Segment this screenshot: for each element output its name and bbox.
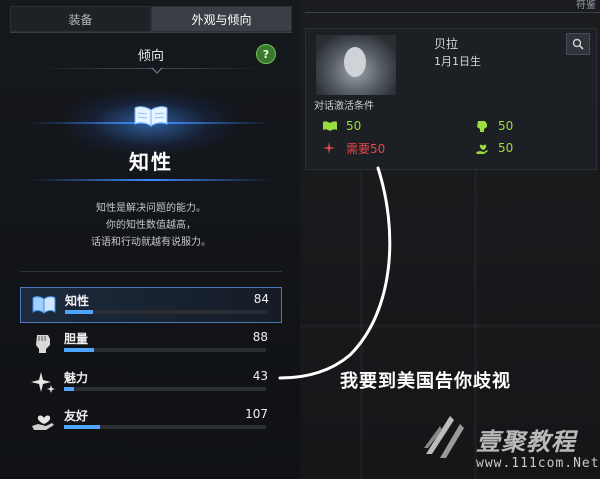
watermark-url: www.111com.Net xyxy=(476,456,600,471)
annotation-text: 我要到美国告你歧视 xyxy=(340,371,511,392)
fist-icon xyxy=(474,119,490,133)
character-birthday: 1月1日生 xyxy=(434,55,481,68)
stat-row-courage[interactable]: 胆量 88 xyxy=(20,326,280,360)
description-line: 话语和行动就越有说服力。 xyxy=(91,237,211,248)
stat-value: 84 xyxy=(253,292,269,306)
condition-value: 50 xyxy=(346,119,362,133)
book-icon xyxy=(322,119,338,133)
stat-progress-bar xyxy=(64,387,266,391)
stat-progress-fill xyxy=(64,387,75,391)
stat-value: 43 xyxy=(252,369,268,383)
sparkle-icon xyxy=(31,372,55,393)
selected-trait-banner: 知性 xyxy=(10,80,292,200)
stat-progress-bar xyxy=(64,425,266,429)
stat-name: 魅力 xyxy=(64,371,89,385)
panel-title: 倾向 xyxy=(137,49,164,64)
tab-appearance-tendency[interactable]: 外观与倾向 xyxy=(151,6,292,32)
conditions-label: 对话激活条件 xyxy=(314,101,374,112)
condition-charm: 需要50 xyxy=(322,140,385,156)
tab-bar: 装备 外观与倾向 xyxy=(10,6,292,32)
portrait-face xyxy=(344,47,366,77)
search-button[interactable] xyxy=(566,33,590,55)
stat-progress-fill xyxy=(64,425,101,429)
watermark-name: 壹聚教程 xyxy=(476,428,576,456)
top-right-label: 符鉴 xyxy=(576,0,596,11)
description-line: 你的知性数值越高， xyxy=(106,220,196,231)
condition-value: 50 xyxy=(498,119,514,133)
stat-value: 107 xyxy=(245,407,268,421)
stat-progress-bar xyxy=(65,310,267,314)
question-icon: ? xyxy=(262,47,270,61)
trait-description: 知性是解决问题的能力。 你的知性数值越高， 话语和行动就越有说服力。 xyxy=(10,200,292,251)
book-icon xyxy=(32,296,56,314)
trait-name: 知性 xyxy=(129,150,173,174)
character-portrait xyxy=(316,35,396,95)
list-divider xyxy=(20,271,282,272)
tab-divider xyxy=(10,32,292,33)
stat-row-intellect[interactable]: 知性 84 xyxy=(20,287,282,323)
stat-row-kindness[interactable]: 友好 107 xyxy=(20,403,280,437)
banner-line-bottom xyxy=(30,179,272,181)
chevron-down-icon xyxy=(151,62,163,74)
stat-name: 友好 xyxy=(64,409,89,423)
tab-equipment[interactable]: 装备 xyxy=(10,6,151,32)
condition-value: 需要50 xyxy=(346,141,386,156)
tendency-panel: 装备 外观与倾向 倾向 ? 知性 知性是解决问题的能力。 你的知性数值越高， 话… xyxy=(0,0,300,479)
condition-intellect: 50 xyxy=(322,118,361,134)
character-card[interactable]: 贝拉 1月1日生 对话激活条件 50 50 需要50 50 xyxy=(305,28,597,170)
panel-header: 倾向 ? xyxy=(10,40,292,74)
description-line: 知性是解决问题的能力。 xyxy=(96,203,206,214)
annotation-arrow xyxy=(278,166,392,380)
watermark: 壹聚教程 www.111com.Net xyxy=(420,414,600,479)
stat-progress-fill xyxy=(65,310,94,314)
help-button[interactable]: ? xyxy=(256,44,276,64)
stat-progress-bar xyxy=(64,348,266,352)
stat-name: 胆量 xyxy=(64,332,89,346)
heart-hand-icon xyxy=(474,141,490,155)
stat-progress-fill xyxy=(64,348,95,352)
stat-row-charm[interactable]: 魅力 43 xyxy=(20,365,280,399)
character-name: 贝拉 xyxy=(434,37,459,51)
condition-courage: 50 xyxy=(474,118,513,134)
open-book-icon xyxy=(134,106,168,127)
site-logo xyxy=(424,416,464,458)
heart-hand-icon xyxy=(32,415,54,430)
sparkle-icon xyxy=(322,141,338,155)
stat-name: 知性 xyxy=(65,294,90,308)
top-strip: 符鉴 xyxy=(305,0,600,13)
condition-kindness: 50 xyxy=(474,140,513,156)
fist-icon xyxy=(36,335,50,353)
condition-value: 50 xyxy=(498,141,514,155)
search-icon xyxy=(572,38,584,50)
stat-value: 88 xyxy=(252,330,268,344)
